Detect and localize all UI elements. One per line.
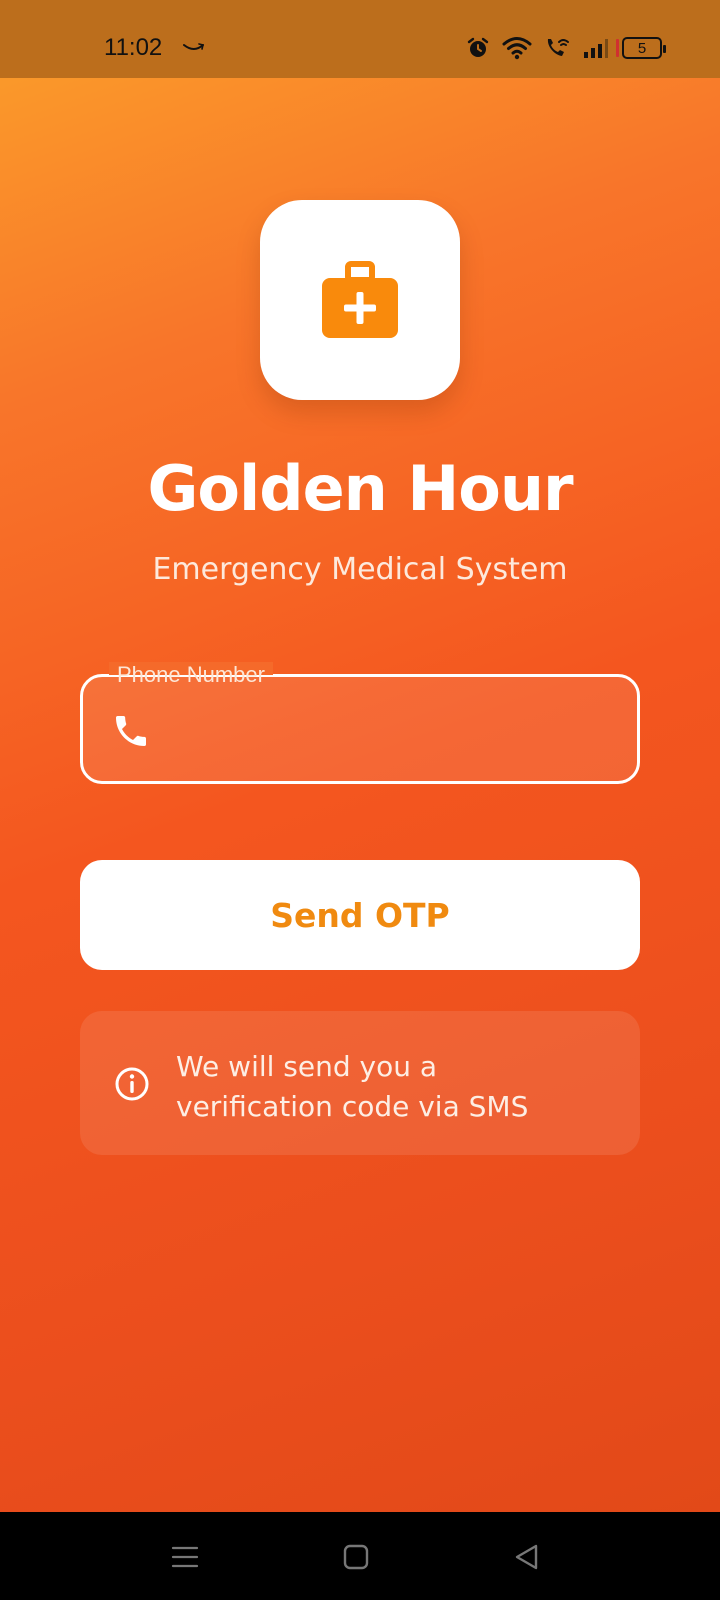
battery-icon: 5: [616, 37, 666, 59]
app-logo: [260, 200, 460, 400]
send-otp-button[interactable]: Send OTP: [80, 860, 640, 970]
info-box: We will send you a verification code via…: [80, 1011, 640, 1155]
amazon-smile-icon: [183, 43, 204, 50]
status-bar: 11:02 5: [0, 0, 720, 78]
phone-icon: [116, 716, 146, 746]
phone-input[interactable]: [171, 701, 611, 759]
phone-field-label: Phone Number: [109, 662, 273, 688]
app-subtitle: Emergency Medical System: [152, 552, 568, 587]
info-text: We will send you a verification code via…: [176, 1050, 529, 1123]
wifi-icon: [502, 37, 532, 60]
navigation-bar: [0, 1512, 720, 1600]
info-icon: [115, 1067, 149, 1101]
medical-kit-icon: [322, 261, 398, 338]
battery-level: 5: [637, 39, 647, 57]
home-icon[interactable]: [339, 1540, 373, 1574]
wifi-call-icon: [547, 39, 569, 56]
signal-icon: [584, 39, 608, 58]
app-title: Golden Hour: [147, 452, 573, 525]
alarm-icon: [467, 37, 489, 57]
menu-icon[interactable]: [168, 1540, 202, 1574]
status-time: 11:02: [104, 34, 163, 61]
back-icon[interactable]: [510, 1540, 544, 1574]
status-icons: 5: [466, 34, 666, 62]
phone-number-field[interactable]: Phone Number: [80, 662, 640, 784]
